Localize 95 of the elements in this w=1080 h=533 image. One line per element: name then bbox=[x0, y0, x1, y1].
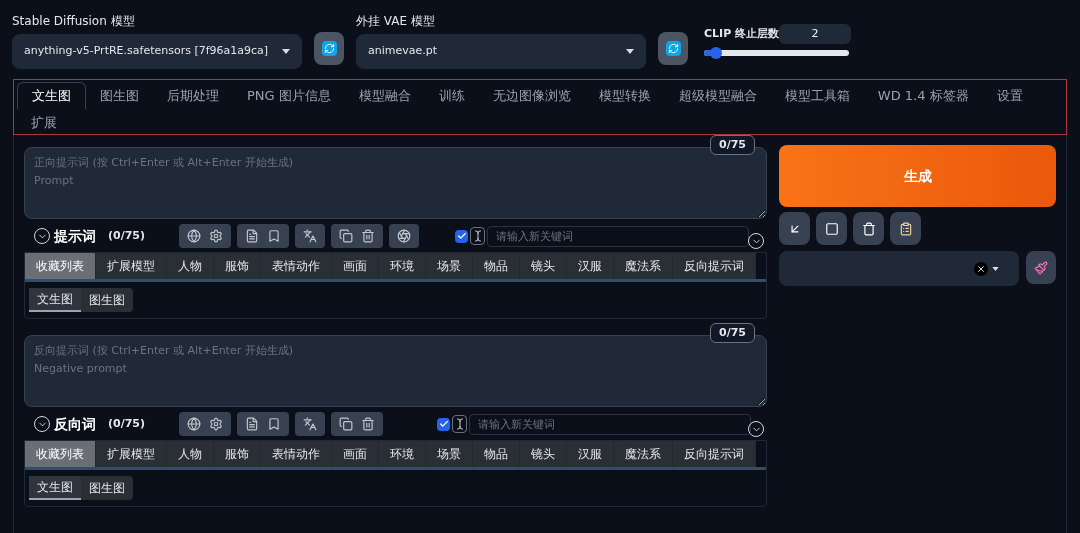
copy-icon[interactable] bbox=[339, 417, 354, 431]
category-tab[interactable]: 环境 bbox=[379, 441, 426, 467]
settings-icon[interactable] bbox=[209, 417, 224, 431]
clip-slider[interactable] bbox=[704, 50, 849, 56]
refresh-button[interactable] bbox=[314, 32, 344, 65]
category-tab[interactable]: 镜头 bbox=[520, 253, 567, 279]
slider-thumb[interactable] bbox=[709, 47, 722, 59]
refresh-icon bbox=[665, 41, 681, 56]
clipboard-icon bbox=[898, 221, 913, 236]
category-tab[interactable]: 场景 bbox=[426, 441, 473, 467]
main-tab[interactable]: 模型工具箱 bbox=[770, 82, 864, 109]
refresh-icon bbox=[321, 41, 337, 56]
category-tab[interactable]: 汉服 bbox=[567, 253, 614, 279]
main-tab[interactable]: 模型融合 bbox=[344, 82, 425, 109]
category-tab[interactable]: 环境 bbox=[379, 253, 426, 279]
category-tab[interactable]: 魔法系 bbox=[614, 441, 673, 467]
caret-icon bbox=[626, 49, 634, 54]
main-tab[interactable]: 训练 bbox=[424, 82, 479, 109]
keyword-field[interactable]: 请输入新关键词 bbox=[487, 225, 750, 247]
token-count: (0/75) bbox=[108, 227, 146, 244]
tool-button[interactable] bbox=[890, 212, 921, 245]
token-count: (0/75) bbox=[108, 415, 146, 432]
globe-icon[interactable] bbox=[187, 229, 202, 243]
category-tab[interactable]: 汉服 bbox=[567, 441, 614, 467]
keyword-field[interactable]: 请输入新关键词 bbox=[469, 413, 752, 435]
category-tab[interactable]: 反向提示词 bbox=[673, 441, 756, 467]
caret-icon bbox=[992, 266, 999, 271]
clear-icon[interactable] bbox=[974, 261, 988, 276]
bookmark-icon[interactable] bbox=[267, 417, 282, 431]
keyword-checkbox[interactable] bbox=[455, 229, 469, 243]
section-title: 反向词 bbox=[54, 414, 96, 434]
main-tab[interactable]: 扩展 bbox=[17, 109, 71, 136]
category-tab[interactable]: 表情动作 bbox=[261, 253, 332, 279]
select-label: Stable Diffusion 模型 bbox=[12, 13, 136, 30]
token-counter: 0/75 bbox=[710, 135, 755, 155]
square-icon bbox=[824, 221, 839, 236]
text-cursor-icon[interactable] bbox=[452, 415, 468, 433]
model-dropdown[interactable]: anything-v5-PrtRE.safetensors [7f96a1a9ca] bbox=[12, 34, 302, 69]
trash-icon bbox=[861, 221, 876, 236]
category-tab[interactable]: 画面 bbox=[332, 441, 379, 467]
aperture-icon[interactable] bbox=[397, 229, 412, 243]
tool-button[interactable] bbox=[853, 212, 884, 245]
main-tab[interactable]: 无边图像浏览 bbox=[478, 82, 585, 109]
main-tab[interactable]: WD 1.4 标签器 bbox=[863, 82, 983, 109]
sub-tab[interactable]: 文生图 bbox=[29, 288, 81, 312]
main-tab[interactable]: 超级模型融合 bbox=[664, 82, 771, 109]
category-tab[interactable]: 服饰 bbox=[214, 253, 261, 279]
trash-icon[interactable] bbox=[361, 229, 376, 243]
main-tab[interactable]: PNG 图片信息 bbox=[233, 82, 345, 109]
sub-tab[interactable]: 图生图 bbox=[81, 476, 133, 500]
main-tab[interactable]: 文生图 bbox=[17, 82, 86, 109]
text-cursor-icon[interactable] bbox=[470, 227, 486, 245]
category-tab[interactable]: 服饰 bbox=[214, 441, 261, 467]
category-tab[interactable]: 场景 bbox=[426, 253, 473, 279]
brush-button[interactable] bbox=[1026, 251, 1056, 284]
section-title: 提示词 bbox=[54, 226, 96, 246]
category-tab[interactable]: 物品 bbox=[473, 253, 520, 279]
document-icon[interactable] bbox=[245, 229, 260, 243]
category-tab[interactable]: 收藏列表 bbox=[25, 441, 96, 467]
main-tab[interactable]: 图生图 bbox=[86, 82, 153, 109]
translate-icon[interactable] bbox=[303, 229, 318, 243]
category-tab[interactable]: 人物 bbox=[167, 253, 214, 279]
bookmark-icon[interactable] bbox=[267, 229, 282, 243]
document-icon[interactable] bbox=[245, 417, 260, 431]
translate-icon[interactable] bbox=[303, 417, 318, 431]
model-dropdown[interactable]: animevae.pt bbox=[356, 34, 646, 69]
clip-value-field[interactable]: 2 bbox=[779, 24, 852, 44]
caret-icon bbox=[282, 49, 290, 54]
copy-icon[interactable] bbox=[339, 229, 354, 243]
tool-button[interactable] bbox=[779, 212, 810, 245]
brush-icon bbox=[1034, 260, 1048, 275]
trash-icon[interactable] bbox=[361, 417, 376, 431]
category-tab[interactable]: 画面 bbox=[332, 253, 379, 279]
main-tab[interactable]: 后期处理 bbox=[153, 82, 233, 109]
refresh-button[interactable] bbox=[658, 32, 688, 65]
select-label: 外挂 VAE 模型 bbox=[356, 13, 436, 30]
category-tab[interactable]: 魔法系 bbox=[614, 253, 673, 279]
category-tab[interactable]: 人物 bbox=[167, 441, 214, 467]
category-tab[interactable]: 表情动作 bbox=[261, 441, 332, 467]
main-tab[interactable]: 模型转换 bbox=[584, 82, 665, 109]
category-tab[interactable]: 收藏列表 bbox=[25, 253, 96, 279]
clip-label: CLIP 终止层数 bbox=[704, 25, 780, 42]
main-tab[interactable]: 设置 bbox=[982, 82, 1037, 109]
category-tab[interactable]: 扩展模型 bbox=[96, 253, 167, 279]
sub-tab[interactable]: 图生图 bbox=[81, 288, 133, 312]
tool-button[interactable] bbox=[816, 212, 847, 245]
category-tab[interactable]: 反向提示词 bbox=[673, 253, 756, 279]
category-tab[interactable]: 物品 bbox=[473, 441, 520, 467]
category-tab[interactable]: 镜头 bbox=[520, 441, 567, 467]
globe-icon[interactable] bbox=[187, 417, 202, 431]
token-counter: 0/75 bbox=[710, 323, 755, 343]
keyword-checkbox[interactable] bbox=[437, 417, 451, 431]
settings-icon[interactable] bbox=[209, 229, 224, 243]
category-tab[interactable]: 扩展模型 bbox=[96, 441, 167, 467]
sub-tab[interactable]: 文生图 bbox=[29, 476, 81, 500]
